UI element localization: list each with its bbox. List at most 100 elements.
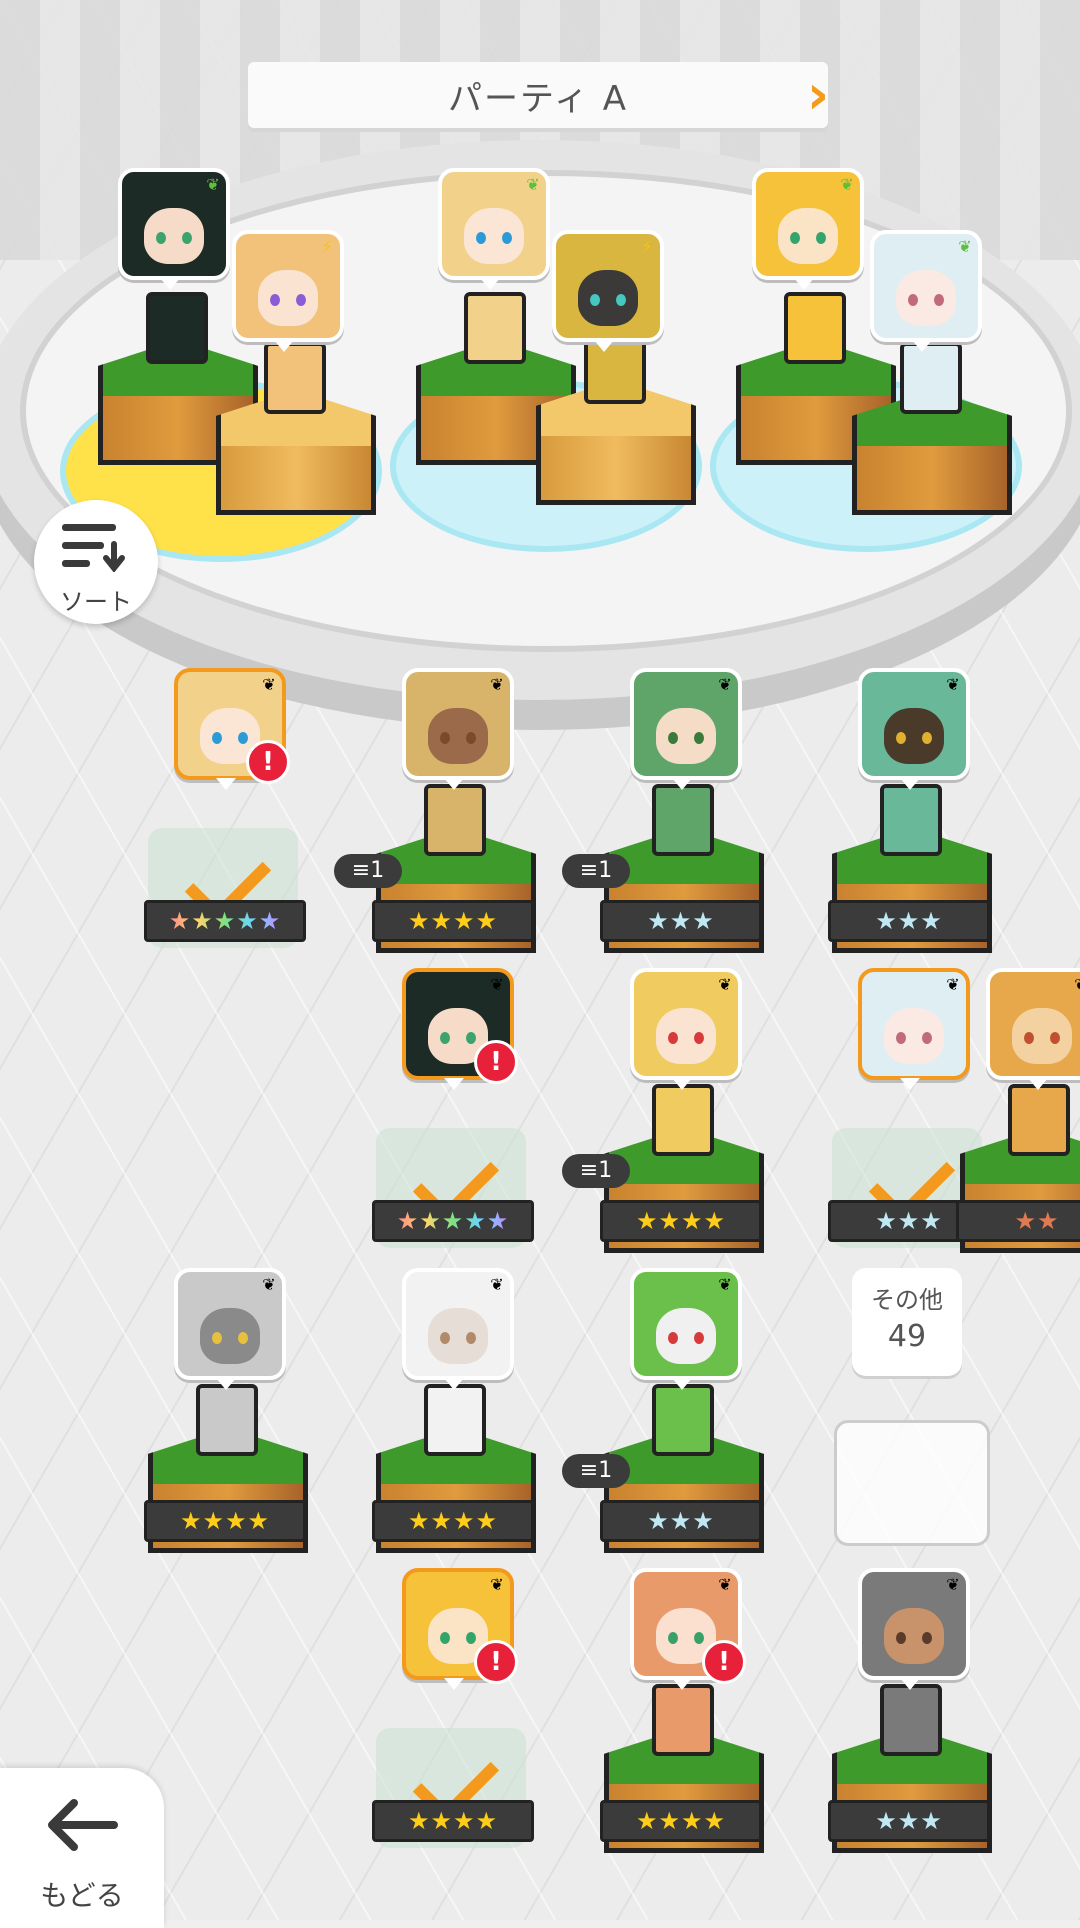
portrait-eye — [908, 294, 918, 306]
roster-unit-12-portrait-tail — [444, 1678, 464, 1690]
portrait-eye — [896, 1032, 906, 1044]
portrait-eye — [816, 232, 826, 244]
roster-unit-9-portrait-tail — [216, 1378, 236, 1390]
roster-unit-4-portrait-tail — [900, 778, 920, 790]
roster-unit-5-rarity-bar: ★★★★★ — [372, 1200, 534, 1242]
sort-label: ソート — [60, 588, 132, 616]
portrait-eye — [440, 1632, 450, 1644]
leaf-element-icon: ❦ — [490, 1575, 504, 1594]
rarity-stars: ★★★ — [875, 907, 943, 935]
other-units-bubble[interactable]: その他 49 — [852, 1268, 962, 1376]
block-side — [216, 446, 376, 515]
other-units-block[interactable] — [834, 1420, 990, 1546]
leaf-element-icon: ❦ — [526, 175, 540, 194]
party-member-4-portrait[interactable]: ⚡ — [552, 230, 664, 342]
other-label: その他 — [871, 1286, 943, 1314]
roster-unit-6-duplicate-badge: ≡1 — [562, 1154, 630, 1188]
party-member-1-portrait[interactable]: ❦ — [118, 168, 230, 280]
portrait-eye — [934, 294, 944, 306]
leaf-element-icon: ❦ — [840, 175, 854, 194]
roster-unit-6-rarity-bar: ★★★★ — [600, 1200, 762, 1242]
back-button[interactable]: もどる — [0, 1768, 164, 1928]
rarity-stars: ★★★★ — [179, 1507, 271, 1535]
portrait-eye — [238, 1332, 248, 1344]
party-member-5-portrait-tail — [794, 278, 814, 290]
duplicate-count: 1 — [598, 1158, 613, 1183]
stack-icon: ≡ — [579, 1458, 599, 1483]
roster-unit-1-alert-icon: ! — [246, 740, 290, 784]
portrait-eye — [440, 1332, 450, 1344]
rarity-stars: ★★★ — [647, 907, 715, 935]
roster-unit-8-portrait[interactable]: ❦ — [986, 968, 1080, 1080]
roster-unit-2-sprite — [424, 784, 486, 856]
roster-unit-1-rarity-bar: ★★★★★ — [144, 900, 306, 942]
roster-unit-7-portrait-tail — [900, 1078, 920, 1090]
portrait-face — [896, 270, 956, 326]
roster-unit-4-rarity-bar: ★★★ — [828, 900, 990, 942]
roster-unit-8-rarity-bar: ★★ — [956, 1200, 1080, 1242]
roster-unit-6-portrait[interactable]: ❦ — [630, 968, 742, 1080]
portrait-face — [464, 208, 524, 264]
rarity-stars: ★★★★ — [635, 1207, 727, 1235]
roster-unit-12-alert-icon: ! — [474, 1640, 518, 1684]
roster-unit-14-portrait[interactable]: ❦ — [858, 1568, 970, 1680]
roster-unit-13-alert-icon: ! — [702, 1640, 746, 1684]
leaf-element-icon: ❦ — [490, 675, 504, 694]
stack-icon: ≡ — [579, 1158, 599, 1183]
roster-unit-9-portrait[interactable]: ❦ — [174, 1268, 286, 1380]
portrait-eye — [668, 1632, 678, 1644]
roster-unit-13-rarity-bar: ★★★★ — [600, 1800, 762, 1842]
party-member-3-portrait-tail — [480, 278, 500, 290]
rarity-stars: ★★★★ — [407, 907, 499, 935]
roster-unit-7-portrait[interactable]: ❦ — [858, 968, 970, 1080]
stack-icon: ≡ — [579, 858, 599, 883]
portrait-eye — [694, 1632, 704, 1644]
rarity-stars: ★★★ — [875, 1207, 943, 1235]
portrait-eye — [922, 732, 932, 744]
rarity-stars: ★★★★ — [407, 1807, 499, 1835]
leaf-element-icon: ❦ — [262, 675, 276, 694]
portrait-eye — [694, 732, 704, 744]
roster-unit-3-portrait[interactable]: ❦ — [630, 668, 742, 780]
leaf-element-icon: ❦ — [490, 975, 504, 994]
roster-unit-3-portrait-tail — [672, 778, 692, 790]
party-member-6-portrait[interactable]: ❦ — [870, 230, 982, 342]
roster-unit-2-portrait[interactable]: ❦ — [402, 668, 514, 780]
party-title: パーティ A — [447, 78, 629, 119]
roster-unit-9-rarity-bar: ★★★★ — [144, 1500, 306, 1542]
party-member-1-portrait-tail — [160, 278, 180, 290]
portrait-face — [656, 1308, 716, 1364]
rarity-stars: ★★★★★ — [168, 907, 282, 935]
roster-unit-11-portrait[interactable]: ❦ — [630, 1268, 742, 1380]
party-sprite-2 — [264, 342, 326, 414]
roster-unit-3-duplicate-badge: ≡1 — [562, 854, 630, 888]
roster-unit-6-portrait-tail — [672, 1078, 692, 1090]
roster-unit-10-portrait[interactable]: ❦ — [402, 1268, 514, 1380]
next-party-arrow-icon[interactable]: › — [800, 62, 836, 128]
portrait-eye — [212, 1332, 222, 1344]
duplicate-count: 1 — [598, 1458, 613, 1483]
party-member-6-portrait-tail — [912, 340, 932, 352]
leaf-element-icon: ❦ — [206, 175, 220, 194]
leaf-element-icon: ❦ — [1070, 974, 1080, 996]
portrait-face — [428, 1308, 488, 1364]
rarity-stars: ★★★★ — [407, 1507, 499, 1535]
portrait-eye — [668, 732, 678, 744]
party-sprite-1 — [146, 292, 208, 364]
roster-unit-12-rarity-bar: ★★★★ — [372, 1800, 534, 1842]
rarity-stars: ★★★ — [647, 1507, 715, 1535]
portrait-eye — [296, 294, 306, 306]
rarity-stars: ★★★ — [875, 1807, 943, 1835]
party-member-5-portrait[interactable]: ❦ — [752, 168, 864, 280]
sort-button[interactable]: ソート — [34, 500, 158, 624]
party-member-2-portrait[interactable]: ⚡ — [232, 230, 344, 342]
portrait-eye — [922, 1032, 932, 1044]
duplicate-count: 1 — [598, 858, 613, 883]
roster-unit-1-portrait-tail — [216, 778, 236, 790]
roster-unit-4-portrait[interactable]: ❦ — [858, 668, 970, 780]
leaf-element-icon: ❦ — [958, 237, 972, 256]
block-side — [536, 436, 696, 505]
party-member-4-portrait-tail — [594, 340, 614, 352]
party-member-3-portrait[interactable]: ❦ — [438, 168, 550, 280]
roster-unit-2-duplicate-badge: ≡1 — [334, 854, 402, 888]
